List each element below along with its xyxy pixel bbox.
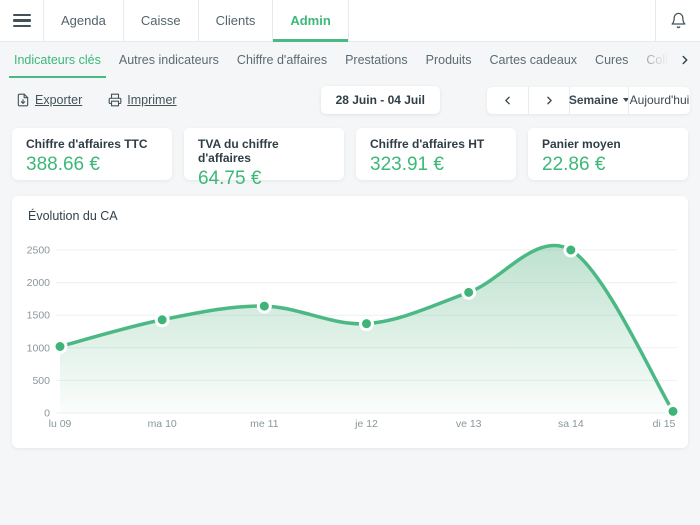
chevron-right-icon (678, 53, 692, 67)
nav-tab-admin[interactable]: Admin (272, 0, 348, 41)
ca-evolution-line-chart: 05001000150020002500lu 09ma 10me 11je 12… (12, 196, 688, 448)
subtab-prestations[interactable]: Prestations (336, 42, 417, 78)
export-label: Exporter (35, 93, 82, 107)
nav-tab-caisse[interactable]: Caisse (123, 0, 198, 41)
kpi-label: Panier moyen (542, 137, 674, 151)
export-file-icon (16, 93, 30, 107)
kpi-value: 323.91 € (370, 154, 502, 176)
svg-text:500: 500 (32, 375, 50, 387)
kpi-row: Chiffre d'affaires TTC 388.66 € TVA du c… (0, 122, 700, 180)
svg-text:1500: 1500 (27, 310, 51, 322)
svg-text:sa 14: sa 14 (558, 418, 584, 430)
subtab-cures[interactable]: Cures (586, 42, 637, 78)
svg-text:ma 10: ma 10 (148, 418, 177, 430)
subtabs-scroll-right-button[interactable] (678, 42, 692, 78)
printer-icon (108, 93, 122, 107)
kpi-value: 22.86 € (542, 154, 674, 176)
kpi-label: Chiffre d'affaires HT (370, 137, 502, 151)
svg-text:me 11: me 11 (250, 418, 279, 430)
nav-tab-agenda[interactable]: Agenda (43, 0, 123, 41)
subtab-produits[interactable]: Produits (417, 42, 481, 78)
nav-tab-clients[interactable]: Clients (198, 0, 273, 41)
svg-text:ve 13: ve 13 (456, 418, 482, 430)
date-range-button[interactable]: 28 Juin - 04 Juil (321, 86, 440, 114)
subtab-chiffre-affaires[interactable]: Chiffre d'affaires (228, 42, 336, 78)
export-button[interactable]: Exporter (16, 93, 82, 107)
period-select[interactable]: Semaine (569, 87, 628, 114)
kpi-label: Chiffre d'affaires TTC (26, 137, 158, 151)
svg-text:2500: 2500 (27, 245, 51, 257)
period-controls: Semaine Aujourd'hui (487, 87, 690, 114)
subtab-cartes-cadeaux[interactable]: Cartes cadeaux (480, 42, 586, 78)
previous-period-button[interactable] (487, 87, 528, 114)
hamburger-menu-icon[interactable] (0, 0, 43, 41)
subtab-indicateurs-cles[interactable]: Indicateurs clés (5, 42, 110, 78)
next-period-button[interactable] (528, 87, 569, 114)
svg-text:lu 09: lu 09 (49, 418, 72, 430)
report-toolbar: Exporter Imprimer 28 Juin - 04 Juil Sema… (0, 78, 700, 122)
notifications-button[interactable] (655, 0, 700, 41)
chevron-right-icon (543, 94, 556, 107)
topnav-spacer (349, 0, 655, 41)
print-label: Imprimer (127, 93, 176, 107)
svg-text:2000: 2000 (27, 277, 51, 289)
period-select-value: Semaine (569, 93, 618, 107)
kpi-label: TVA du chiffre d'affaires (198, 137, 330, 165)
subtab-autres-indicateurs[interactable]: Autres indicateurs (110, 42, 228, 78)
chart-card: Évolution du CA 05001000150020002500lu 0… (12, 196, 688, 448)
kpi-card-ca-ht: Chiffre d'affaires HT 323.91 € (356, 128, 516, 180)
svg-text:1000: 1000 (27, 342, 51, 354)
bell-icon (670, 12, 687, 29)
chevron-left-icon (501, 94, 514, 107)
kpi-value: 64.75 € (198, 168, 330, 190)
print-button[interactable]: Imprimer (108, 93, 176, 107)
today-button[interactable]: Aujourd'hui (628, 87, 690, 114)
admin-subtabs: Indicateurs clés Autres indicateurs Chif… (0, 42, 700, 78)
kpi-value: 388.66 € (26, 154, 158, 176)
kpi-card-panier-moyen: Panier moyen 22.86 € (528, 128, 688, 180)
kpi-card-tva: TVA du chiffre d'affaires 64.75 € (184, 128, 344, 180)
svg-text:je 12: je 12 (354, 418, 378, 430)
kpi-card-ca-ttc: Chiffre d'affaires TTC 388.66 € (12, 128, 172, 180)
top-navigation: Agenda Caisse Clients Admin (0, 0, 700, 42)
svg-text:di 15: di 15 (653, 418, 676, 430)
